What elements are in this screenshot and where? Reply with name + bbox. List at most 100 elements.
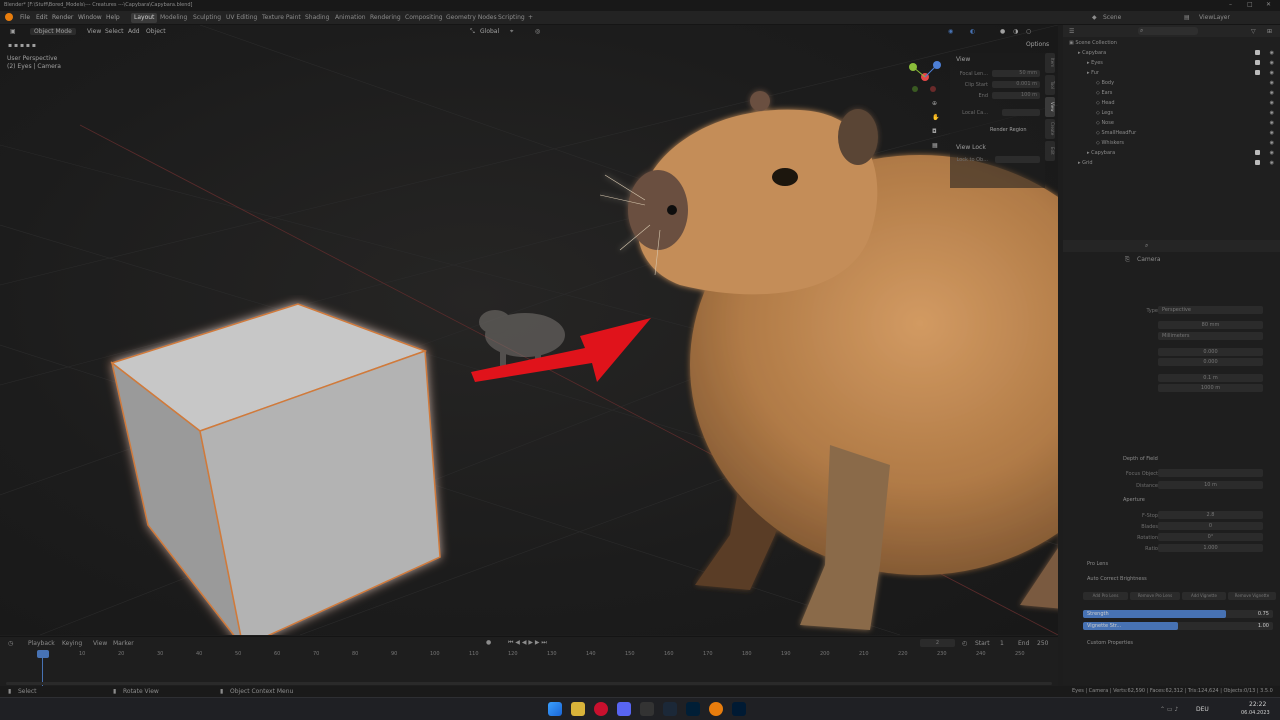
pan-icon[interactable]: ✋ xyxy=(932,114,939,121)
properties-search-icon[interactable]: ⌕ xyxy=(1145,242,1148,250)
shift-y-field[interactable]: 0.000 xyxy=(1158,358,1263,366)
proportional-edit-icon[interactable]: ◎ xyxy=(535,28,540,35)
3d-viewport[interactable]: ▣ Object Mode View Select Add Object ⤡ G… xyxy=(0,25,1058,635)
outliner-row[interactable]: ◇ Nose ◉ xyxy=(1063,118,1280,128)
eye-icon[interactable]: ◉ xyxy=(1270,148,1274,158)
scene-selector[interactable]: Scene xyxy=(1103,14,1121,21)
exclude-checkbox[interactable] xyxy=(1255,150,1260,155)
photoshop-icon[interactable] xyxy=(686,702,700,716)
overlays-icon[interactable]: ◐ xyxy=(970,28,975,35)
close-icon[interactable]: ✕ xyxy=(1266,1,1271,8)
camera-view-icon[interactable]: ◘ xyxy=(932,128,937,135)
eye-icon[interactable]: ◉ xyxy=(1270,118,1274,128)
remove-vignette-button[interactable]: Remove Vignette xyxy=(1228,592,1276,600)
fstop-field[interactable]: 2.8 xyxy=(1158,511,1263,519)
viewport-menu-object[interactable]: Object xyxy=(146,28,166,35)
outliner-row[interactable]: ▸ Eyes ◉ xyxy=(1063,58,1280,68)
new-collection-icon[interactable]: ⊞ xyxy=(1267,28,1272,35)
npanel-focal-field[interactable]: 50 mm xyxy=(992,70,1040,77)
tray-icons[interactable]: ⌃ ▭ ♪ xyxy=(1160,706,1178,713)
shading-material-icon[interactable]: ◑ xyxy=(1013,28,1018,35)
lens-unit-dropdown[interactable]: Millimeters xyxy=(1158,332,1263,340)
add-vignette-button[interactable]: Add Vignette xyxy=(1182,592,1226,600)
zoom-icon[interactable]: ⊕ xyxy=(932,100,937,107)
tab-tool[interactable]: Tool xyxy=(1045,75,1055,95)
tab-edit[interactable]: Edit xyxy=(1045,141,1055,161)
timeline-scrollbar[interactable] xyxy=(6,682,1052,685)
lightroom-icon[interactable] xyxy=(732,702,746,716)
tab-create[interactable]: Create xyxy=(1045,119,1055,139)
viewport-menu-view[interactable]: View xyxy=(87,28,101,35)
dof-section-header[interactable]: Depth of Field xyxy=(1123,456,1158,462)
shift-x-field[interactable]: 0.000 xyxy=(1158,348,1263,356)
eye-icon[interactable]: ◉ xyxy=(1270,138,1274,148)
strength-slider[interactable]: Strength 0.75 xyxy=(1083,610,1273,618)
lens-type-dropdown[interactable]: Perspective xyxy=(1158,306,1263,314)
outliner-row[interactable]: ◇ SmallHeadFur ◉ xyxy=(1063,128,1280,138)
mode-icons[interactable]: ▪ ▪ ▪ ▪ ▪ xyxy=(8,42,36,49)
exclude-checkbox[interactable] xyxy=(1255,70,1260,75)
outliner-editor-icon[interactable]: ☰ xyxy=(1069,28,1074,35)
tab-animation[interactable]: Animation xyxy=(332,13,369,23)
ratio-field[interactable]: 1.000 xyxy=(1158,544,1263,552)
tab-rendering[interactable]: Rendering xyxy=(367,13,404,23)
outliner-row[interactable]: ◇ Ears ◉ xyxy=(1063,88,1280,98)
auto-correct-checkbox[interactable]: Auto Correct Brightness xyxy=(1087,576,1147,582)
playhead-handle[interactable] xyxy=(37,650,49,658)
outliner-row[interactable]: ▸ Grid ◉ xyxy=(1063,158,1280,168)
eye-icon[interactable]: ◉ xyxy=(1270,68,1274,78)
menu-file[interactable]: File xyxy=(20,14,30,21)
outliner-row[interactable]: ▸ Capybara ◉ xyxy=(1063,48,1280,58)
remove-pro-lens-button[interactable]: Remove Pro Lens xyxy=(1130,592,1180,600)
clip-start-field[interactable]: 0.1 m xyxy=(1158,374,1263,382)
orientation-dropdown[interactable]: Global xyxy=(480,28,499,35)
clock-date[interactable]: 06.04.2023 xyxy=(1241,710,1270,716)
options-button[interactable]: Options xyxy=(1026,41,1049,48)
navigation-gizmo[interactable] xyxy=(903,55,947,99)
eye-icon[interactable]: ◉ xyxy=(1270,158,1274,168)
vignette-slider[interactable]: Vignette Str... 1.00 xyxy=(1083,622,1273,630)
outliner-row[interactable]: ◇ Whiskers ◉ xyxy=(1063,138,1280,148)
minimize-icon[interactable]: – xyxy=(1229,1,1232,8)
app-icon[interactable] xyxy=(640,702,654,716)
eye-icon[interactable]: ◉ xyxy=(1270,88,1274,98)
lock-to-object-field[interactable] xyxy=(995,156,1040,163)
clip-end-field[interactable]: 1000 m xyxy=(1158,384,1263,392)
maximize-icon[interactable]: □ xyxy=(1247,1,1253,8)
tab-shading[interactable]: Shading xyxy=(302,13,332,23)
npanel-section-view-lock[interactable]: View Lock xyxy=(956,144,986,151)
tab-sculpting[interactable]: Sculpting xyxy=(190,13,224,23)
viewport-menu-add[interactable]: Add xyxy=(128,28,140,35)
exclude-checkbox[interactable] xyxy=(1255,160,1260,165)
file-explorer-icon[interactable] xyxy=(571,702,585,716)
npanel-end-field[interactable]: 100 m xyxy=(992,92,1040,99)
tab-scripting[interactable]: Scripting xyxy=(495,13,528,23)
add-pro-lens-button[interactable]: Add Pro Lens xyxy=(1083,592,1128,600)
eye-icon[interactable]: ◉ xyxy=(1270,48,1274,58)
eye-icon[interactable]: ◉ xyxy=(1270,98,1274,108)
outliner-row[interactable]: ▸ Fur ◉ xyxy=(1063,68,1280,78)
windows-start-icon[interactable] xyxy=(548,702,562,716)
npanel-clip-start-field[interactable]: 0.001 m xyxy=(992,81,1040,88)
eye-icon[interactable]: ◉ xyxy=(1270,58,1274,68)
tab-view[interactable]: View xyxy=(1045,97,1055,117)
rotation-field[interactable]: 0° xyxy=(1158,533,1263,541)
outliner-row[interactable]: ◇ Head ◉ xyxy=(1063,98,1280,108)
perspective-toggle-icon[interactable]: ▦ xyxy=(932,142,938,149)
exclude-checkbox[interactable] xyxy=(1255,50,1260,55)
outliner-search-input[interactable] xyxy=(1138,27,1198,35)
discord-icon[interactable] xyxy=(617,702,631,716)
menu-help[interactable]: Help xyxy=(106,14,120,21)
pro-lens-section-header[interactable]: Pro Lens xyxy=(1087,561,1108,567)
orientation-icon[interactable]: ⤡ xyxy=(470,28,475,36)
shading-solid-icon[interactable]: ● xyxy=(1000,28,1005,35)
focus-object-field[interactable] xyxy=(1158,469,1263,477)
visibility-icon[interactable]: ◉ xyxy=(948,28,953,35)
keyboard-language[interactable]: DEU xyxy=(1196,706,1209,713)
outliner-row[interactable]: ▸ Capybara ◉ xyxy=(1063,148,1280,158)
menu-render[interactable]: Render xyxy=(52,14,73,21)
tab-compositing[interactable]: Compositing xyxy=(402,13,446,23)
outliner-row[interactable]: ◇ Body ◉ xyxy=(1063,78,1280,88)
view-layer-selector[interactable]: ViewLayer xyxy=(1199,14,1230,21)
outliner-row-scene-collection[interactable]: ▣ Scene Collection xyxy=(1063,38,1280,48)
